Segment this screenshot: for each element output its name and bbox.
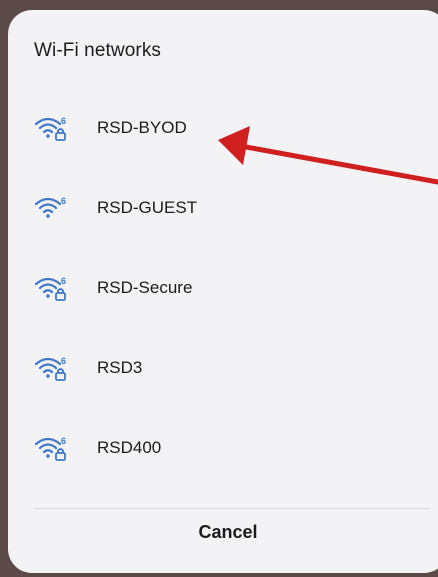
svg-text:6: 6	[61, 276, 66, 286]
wifi-6-secured-icon: 6	[34, 436, 66, 461]
wifi-6-secured-icon: 6	[34, 276, 66, 301]
network-name: RSD-Secure	[97, 278, 193, 297]
network-item-rsd3[interactable]: 6 RSD3	[8, 340, 438, 400]
wifi-6-secured-icon: 6	[34, 356, 66, 381]
wifi-6-secured-icon: 6	[34, 116, 66, 141]
wifi-6-icon: 6	[34, 196, 66, 218]
cancel-button[interactable]: Cancel	[8, 522, 438, 543]
network-name: RSD-GUEST	[97, 198, 198, 217]
network-item-rsd-byod[interactable]: 6 RSD-BYOD	[8, 100, 438, 160]
network-name: RSD-BYOD	[97, 118, 187, 137]
network-name: RSD400	[97, 438, 162, 457]
network-item-rsd-guest[interactable]: 6 RSD-GUEST	[8, 180, 438, 240]
svg-text:6: 6	[61, 436, 66, 446]
svg-text:6: 6	[61, 196, 66, 206]
network-item-rsd-secure[interactable]: 6 RSD-Secure	[8, 260, 438, 320]
network-name: RSD3	[97, 358, 143, 377]
svg-text:6: 6	[61, 356, 66, 366]
network-item-rsd400[interactable]: 6 RSD400	[8, 420, 438, 480]
divider	[34, 508, 430, 509]
wifi-networks-dialog: Wi-Fi networks 6 RSD-BYOD 6 RSD-GUEST 6 …	[8, 10, 438, 573]
dialog-title: Wi-Fi networks	[34, 40, 162, 61]
svg-text:6: 6	[61, 116, 66, 126]
